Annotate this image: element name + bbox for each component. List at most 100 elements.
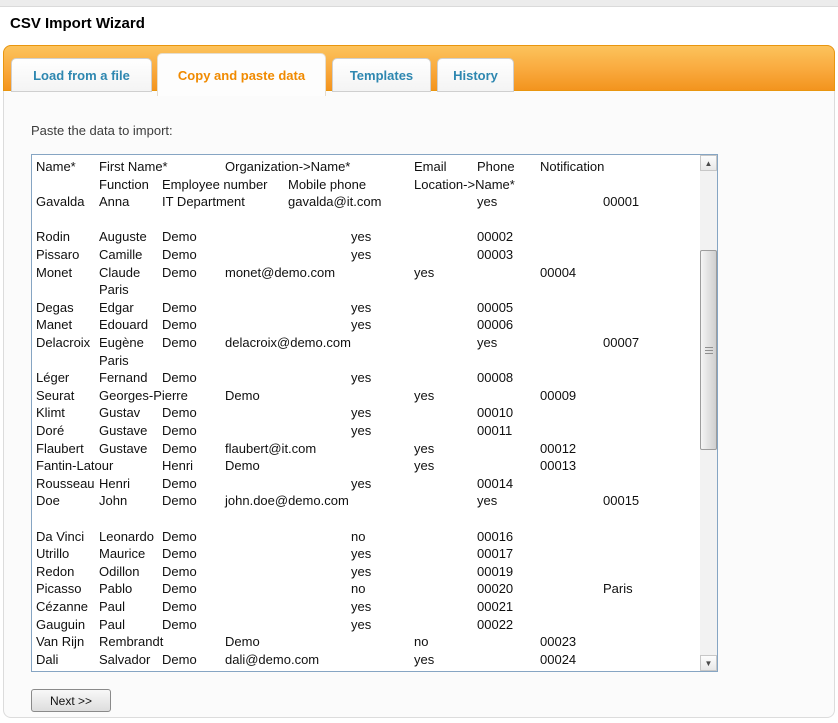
csv-segment: Eugène bbox=[99, 334, 144, 352]
csv-segment: no bbox=[414, 633, 428, 651]
csv-segment: yes bbox=[414, 264, 434, 282]
vertical-scrollbar[interactable]: ▲ ▼ bbox=[700, 155, 717, 671]
csv-segment: Redon bbox=[36, 563, 74, 581]
tab-label: Templates bbox=[350, 68, 413, 83]
tab-label: Copy and paste data bbox=[178, 68, 305, 83]
csv-segment: IT Department bbox=[162, 193, 245, 211]
csv-segment: Demo bbox=[162, 616, 197, 634]
csv-segment: 00004 bbox=[540, 264, 576, 282]
csv-segment: Auguste bbox=[99, 228, 147, 246]
csv-segment: Rembrandt bbox=[99, 633, 163, 651]
csv-segment: Grenoble bbox=[99, 668, 152, 671]
csv-segment: 00007 bbox=[603, 334, 639, 352]
csv-segment: yes bbox=[351, 228, 371, 246]
csv-segment: 00008 bbox=[477, 369, 513, 387]
csv-segment: 00021 bbox=[477, 598, 513, 616]
csv-segment: Demo bbox=[162, 440, 197, 458]
csv-segment: yes bbox=[477, 334, 497, 352]
csv-segment: yes bbox=[351, 598, 371, 616]
tab-history[interactable]: History bbox=[437, 58, 514, 92]
scroll-up-icon: ▲ bbox=[705, 159, 713, 168]
csv-segment: Demo bbox=[162, 492, 197, 510]
csv-segment: Salvador bbox=[99, 651, 150, 669]
tab-copy-and-paste-data[interactable]: Copy and paste data bbox=[157, 53, 326, 96]
csv-segment: Van Rijn bbox=[36, 633, 84, 651]
csv-segment: yes bbox=[351, 545, 371, 563]
csv-segment: 00006 bbox=[477, 316, 513, 334]
csv-segment: john.doe@demo.com bbox=[225, 492, 349, 510]
csv-segment: Leonardo bbox=[99, 528, 154, 546]
csv-segment: Demo bbox=[162, 422, 197, 440]
csv-segment: Doe bbox=[36, 492, 60, 510]
scroll-up-button[interactable]: ▲ bbox=[700, 155, 717, 171]
csv-segment: yes bbox=[477, 193, 497, 211]
csv-segment: yes bbox=[351, 369, 371, 387]
csv-segment: 00022 bbox=[477, 616, 513, 634]
tab-label: History bbox=[453, 68, 498, 83]
csv-segment: yes bbox=[351, 316, 371, 334]
csv-segment: Henri bbox=[162, 457, 193, 475]
csv-segment: Da Vinci bbox=[36, 528, 84, 546]
csv-segment: yes bbox=[351, 246, 371, 264]
csv-segment: Demo bbox=[162, 580, 197, 598]
csv-segment: flaubert@it.com bbox=[225, 440, 316, 458]
csv-segment: Demo bbox=[162, 228, 197, 246]
csv-segment: Paris bbox=[99, 281, 129, 299]
tab-bar: Load from a file Copy and paste data Tem… bbox=[3, 45, 835, 91]
csv-segment: Fernand bbox=[99, 369, 147, 387]
scrollbar-thumb[interactable] bbox=[700, 250, 717, 450]
csv-import-wizard-panel: Load from a file Copy and paste data Tem… bbox=[3, 45, 835, 718]
csv-segment: yes bbox=[414, 440, 434, 458]
csv-segment: Email bbox=[414, 158, 447, 176]
csv-segment: yes bbox=[351, 299, 371, 317]
csv-segment: Paris bbox=[603, 580, 633, 598]
scroll-down-icon: ▼ bbox=[705, 659, 713, 668]
next-button[interactable]: Next >> bbox=[31, 689, 111, 712]
csv-segment: 00011 bbox=[477, 422, 512, 440]
csv-segment: Edouard bbox=[99, 316, 148, 334]
csv-segment: Picasso bbox=[36, 580, 82, 598]
csv-segment: Demo bbox=[162, 264, 197, 282]
csv-segment: Demo bbox=[225, 387, 260, 405]
csv-segment: Demo bbox=[162, 334, 197, 352]
csv-segment: 00012 bbox=[540, 440, 576, 458]
csv-segment: Cézanne bbox=[36, 598, 88, 616]
csv-segment: Camille bbox=[99, 246, 142, 264]
csv-segment: 00020 bbox=[477, 580, 513, 598]
csv-segment: Location->Name* bbox=[414, 176, 515, 194]
csv-segment: Demo bbox=[162, 651, 197, 669]
csv-segment: Mobile phone bbox=[288, 176, 366, 194]
csv-segment: Gavalda bbox=[36, 193, 84, 211]
tab-load-from-a-file[interactable]: Load from a file bbox=[11, 58, 152, 92]
tab-label: Load from a file bbox=[33, 68, 130, 83]
csv-segment: 00015 bbox=[603, 492, 639, 510]
csv-segment: Degas bbox=[36, 299, 74, 317]
csv-segment: Notification bbox=[540, 158, 604, 176]
csv-segment: Manet bbox=[36, 316, 72, 334]
csv-segment: 00002 bbox=[477, 228, 513, 246]
csv-segment: Utrillo bbox=[36, 545, 69, 563]
tab-templates[interactable]: Templates bbox=[332, 58, 431, 92]
csv-segment: Demo bbox=[162, 563, 197, 581]
csv-segment: Delacroix bbox=[36, 334, 90, 352]
csv-segment: Klimt bbox=[36, 404, 65, 422]
csv-segment: Demo bbox=[162, 598, 197, 616]
csv-segment: 00019 bbox=[477, 563, 513, 581]
scroll-down-button[interactable]: ▼ bbox=[700, 655, 717, 671]
csv-segment: 00003 bbox=[477, 246, 513, 264]
csv-segment: Henri bbox=[99, 475, 130, 493]
csv-segment: Demo bbox=[162, 246, 197, 264]
csv-segment: 00005 bbox=[477, 299, 513, 317]
csv-segment: yes bbox=[414, 651, 434, 669]
csv-segment: no bbox=[351, 528, 365, 546]
csv-segment: 00014 bbox=[477, 475, 513, 493]
csv-segment: Georges-Pierre bbox=[99, 387, 188, 405]
csv-segment: yes bbox=[351, 475, 371, 493]
csv-segment: yes bbox=[414, 387, 434, 405]
paste-textarea[interactable]: Name*First Name*Organization->Name*Email… bbox=[31, 154, 718, 672]
csv-segment: 00016 bbox=[477, 528, 513, 546]
csv-segment: Demo bbox=[162, 369, 197, 387]
csv-segment: yes bbox=[351, 422, 371, 440]
csv-segment: Doré bbox=[36, 422, 64, 440]
page-top-divider bbox=[0, 0, 838, 7]
